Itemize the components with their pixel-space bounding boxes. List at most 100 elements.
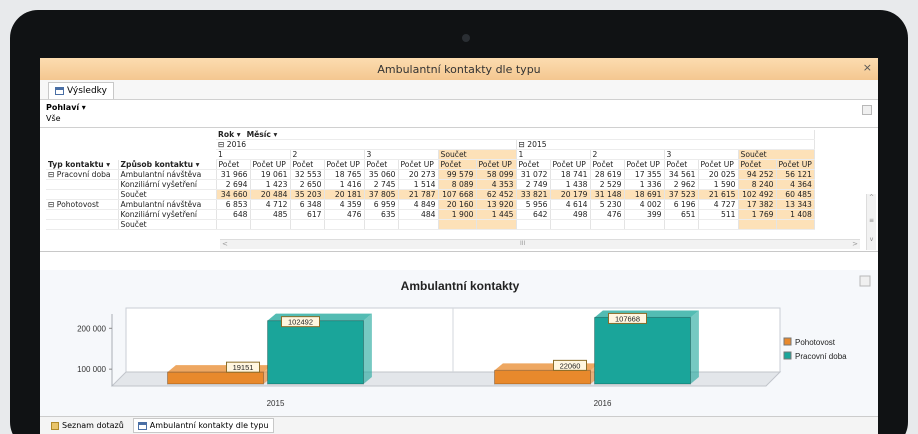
table-cell: 1 514 xyxy=(398,179,439,191)
table-cell: 58 099 xyxy=(476,169,517,181)
table-cell: 33 821 xyxy=(516,189,551,201)
table-cell: 1 445 xyxy=(476,209,517,221)
scroll-thumb[interactable]: III xyxy=(520,240,525,247)
vertical-scrollbar[interactable]: ^ ≡ v xyxy=(866,194,876,250)
table-cell: 4 712 xyxy=(250,199,291,211)
measure-header: Počet UP xyxy=(250,159,291,171)
table-cell xyxy=(364,219,399,231)
scroll-left-icon[interactable]: < xyxy=(222,240,228,248)
table-cell: 6 348 xyxy=(290,199,325,211)
bar xyxy=(594,316,691,385)
table-cell: 635 xyxy=(364,209,399,221)
table-cell: 485 xyxy=(250,209,291,221)
table-cell: 20 025 xyxy=(698,169,739,181)
table-cell: 31 072 xyxy=(516,169,551,181)
close-icon[interactable]: × xyxy=(863,61,872,74)
table-row: Součet 34 660 20 484 35 203 20 181 37 805 21 7… xyxy=(46,189,815,201)
tab-ambulant-contacts[interactable]: Ambulantní kontakty dle typu xyxy=(132,418,274,433)
table-cell: 31 966 xyxy=(216,169,251,181)
table-cell: 20 179 xyxy=(550,189,591,201)
table-cell: 2 694 xyxy=(216,179,251,191)
pivot-corner xyxy=(46,149,216,160)
table-cell: 18 741 xyxy=(550,169,591,181)
restore-icon[interactable] xyxy=(862,105,872,115)
table-cell: 94 252 xyxy=(738,169,777,181)
scroll-up-icon[interactable]: ^ xyxy=(867,194,876,201)
row-field-button[interactable]: Způsob kontaktu ▾ xyxy=(118,159,217,171)
tab-ambulant-contacts-label: Ambulantní kontakty dle typu xyxy=(149,421,269,430)
scroll-down-icon[interactable]: v xyxy=(867,236,876,243)
table-cell: 6 959 xyxy=(364,199,399,211)
chart-restore-icon[interactable] xyxy=(859,275,871,287)
month-header: 3 xyxy=(364,149,439,161)
measure-header: Počet UP xyxy=(698,159,739,171)
chart-title: Ambulantní kontakty xyxy=(401,279,520,293)
column-field-button[interactable]: Rok ▾ xyxy=(218,130,241,139)
app-window: Ambulantní kontakty dle typu × Výsledky … xyxy=(40,58,878,434)
data-label: 19151 xyxy=(233,363,254,372)
table-cell xyxy=(664,219,699,231)
table-row: ⊟ Pohotovost Ambulantní návštěva 6 853 4 71… xyxy=(46,199,815,211)
table-cell: 648 xyxy=(216,209,251,221)
table-cell xyxy=(216,219,251,231)
table-cell: 4 849 xyxy=(398,199,439,211)
measure-header: Počet UP xyxy=(476,159,517,171)
bar-chart: Ambulantní kontakty 200 000 100 000 19151 10… xyxy=(40,270,878,416)
table-cell: 476 xyxy=(324,209,365,221)
table-cell xyxy=(698,219,739,231)
row-field-button[interactable]: Typ kontaktu ▾ xyxy=(46,159,119,171)
tab-results[interactable]: Výsledky xyxy=(48,82,114,99)
legend-label: Pohotovost xyxy=(795,338,836,347)
table-cell: 651 xyxy=(664,209,699,221)
tab-query-list[interactable]: Seznam dotazů xyxy=(46,418,129,433)
row-type-label xyxy=(46,209,119,221)
table-cell: 2 749 xyxy=(516,179,551,191)
scroll-right-icon[interactable]: > xyxy=(852,240,858,248)
table-cell: 20 160 xyxy=(438,199,477,211)
table-cell: 31 148 xyxy=(590,189,625,201)
camera-dot xyxy=(462,34,470,42)
table-cell: 60 485 xyxy=(776,189,815,201)
horizontal-scrollbar[interactable]: < III > xyxy=(220,239,860,249)
row-type-label xyxy=(46,219,119,231)
table-cell: 20 181 xyxy=(324,189,365,201)
table-cell: 13 920 xyxy=(476,199,517,211)
measure-header: Počet UP xyxy=(776,159,815,171)
data-label: 22060 xyxy=(560,361,581,370)
column-field-button[interactable]: Měsíc ▾ xyxy=(247,130,278,139)
table-cell: 4 353 xyxy=(476,179,517,191)
table-cell: 21 787 xyxy=(398,189,439,201)
table-cell: 1 438 xyxy=(550,179,591,191)
measure-header: Počet xyxy=(438,159,477,171)
table-cell: 511 xyxy=(698,209,739,221)
measure-header: Počet UP xyxy=(324,159,365,171)
row-type-label: ⊟ Pracovní doba xyxy=(46,169,119,181)
table-cell: 20 273 xyxy=(398,169,439,181)
table-cell: 32 553 xyxy=(290,169,325,181)
scroll-grip-icon[interactable]: ≡ xyxy=(867,217,876,224)
bar xyxy=(167,371,264,385)
row-way-label: Ambulantní návštěva xyxy=(118,169,217,181)
results-tabbar: Výsledky xyxy=(40,80,878,100)
measure-header: Počet UP xyxy=(550,159,591,171)
row-type-label xyxy=(46,179,119,191)
table-cell: 1 408 xyxy=(776,209,815,221)
table-cell: 642 xyxy=(516,209,551,221)
table-cell: 4 002 xyxy=(624,199,665,211)
data-label: 102492 xyxy=(288,318,313,327)
chevron-down-icon[interactable]: ▾ xyxy=(82,103,86,112)
bar xyxy=(267,320,364,385)
measure-header: Počet xyxy=(738,159,777,171)
table-cell: 4 614 xyxy=(550,199,591,211)
table-cell: 20 484 xyxy=(250,189,291,201)
year-header: ⊟ 2015 xyxy=(516,139,815,151)
filter-field-button[interactable]: Pohlaví xyxy=(46,103,79,112)
bar xyxy=(494,369,591,385)
x-tick-label: 2015 xyxy=(267,399,285,408)
query-icon xyxy=(51,421,59,430)
table-cell: 476 xyxy=(590,209,625,221)
filter-area: Pohlaví ▾ Vše xyxy=(40,100,878,128)
table-cell: 102 492 xyxy=(738,189,777,201)
table-cell xyxy=(590,219,625,231)
table-cell: 617 xyxy=(290,209,325,221)
